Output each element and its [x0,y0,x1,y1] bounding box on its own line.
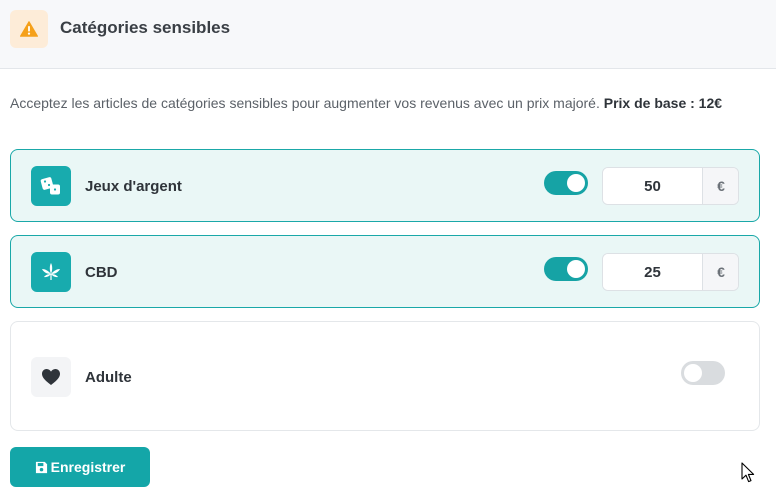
base-price-label: Prix de base : 12€ [603,95,723,111]
cannabis-leaf-icon [31,252,71,292]
price-input-group: € [602,167,739,205]
section-header: Catégories sensibles [0,0,776,69]
price-input-group: € [602,253,739,291]
toggle-knob [567,260,585,278]
category-card-cbd: CBD € [10,235,760,308]
mouse-pointer-icon [741,462,755,489]
section-description: Acceptez les articles de catégories sens… [10,93,766,113]
section-title: Catégories sensibles [60,18,231,37]
toggle-knob [567,174,585,192]
category-card-adulte: Adulte [10,321,760,431]
currency-suffix: € [702,168,738,204]
price-input[interactable] [603,254,702,290]
category-label: Jeux d'argent [85,178,182,195]
dice-icon [31,166,71,206]
save-button[interactable]: Enregistrer [10,447,150,487]
heart-icon [31,357,71,397]
description-text: Acceptez les articles de catégories sens… [10,95,604,111]
category-label: CBD [85,264,118,281]
category-toggle[interactable] [544,171,588,195]
price-input[interactable] [603,168,702,204]
floppy-disk-icon [35,461,48,474]
save-button-label: Enregistrer [50,459,126,475]
category-card-jeux-d-argent: Jeux d'argent € [10,149,760,222]
category-label: Adulte [85,369,132,386]
toggle-knob [684,364,702,382]
category-toggle[interactable] [544,257,588,281]
warning-icon [10,10,48,48]
currency-suffix: € [702,254,738,290]
category-toggle[interactable] [681,361,725,385]
